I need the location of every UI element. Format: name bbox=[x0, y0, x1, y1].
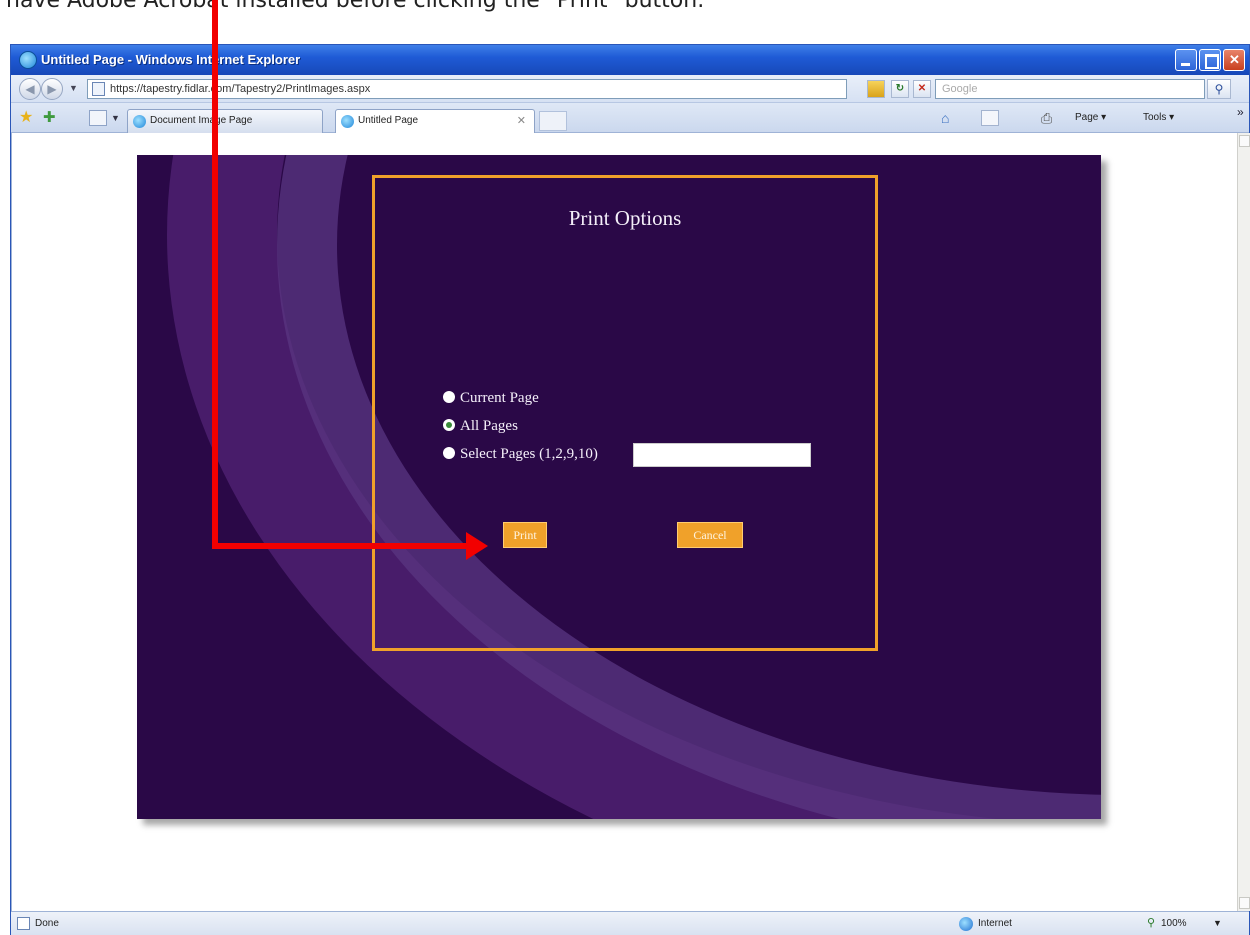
zoom-dropdown[interactable]: ▼ bbox=[1213, 918, 1222, 928]
radio-current-page[interactable] bbox=[443, 391, 455, 403]
new-tab-button[interactable] bbox=[539, 111, 567, 131]
annotation-arrow-head bbox=[466, 532, 488, 560]
tab-close-icon[interactable]: ✕ bbox=[517, 110, 526, 132]
tab-label: Document Image Page bbox=[150, 115, 253, 126]
option-label: All Pages bbox=[460, 418, 518, 434]
page-viewport: Print Options Current Page All Pages Sel… bbox=[11, 133, 1237, 911]
add-favorite-icon[interactable]: ✚ bbox=[43, 109, 61, 127]
minimize-button[interactable] bbox=[1175, 49, 1197, 71]
option-label: Select Pages (1,2,9,10) bbox=[460, 446, 598, 462]
print-options-title: Print Options bbox=[568, 206, 682, 230]
feeds-icon[interactable] bbox=[981, 110, 999, 126]
internet-zone-icon bbox=[959, 917, 973, 931]
option-select-pages[interactable]: Select Pages (1,2,9,10) bbox=[443, 446, 598, 463]
status-bar: Done Internet ⚲ 100% ▼ bbox=[11, 911, 1249, 935]
stop-icon[interactable]: ✕ bbox=[913, 80, 931, 98]
tab-list-dropdown[interactable]: ▼ bbox=[111, 113, 120, 123]
print-button[interactable]: Print bbox=[503, 522, 547, 548]
zone-text: Internet bbox=[978, 918, 1012, 929]
home-icon[interactable]: ⌂ bbox=[941, 110, 959, 126]
status-text: Done bbox=[35, 918, 59, 929]
tab-row: ★ ✚ ▼ Document Image Page Untitled Page … bbox=[11, 103, 1249, 133]
title-bar: Untitled Page - Windows Internet Explore… bbox=[11, 45, 1249, 75]
tab-label: Untitled Page bbox=[358, 115, 419, 126]
close-window-button[interactable] bbox=[1223, 49, 1245, 71]
maximize-button[interactable] bbox=[1199, 49, 1221, 71]
option-all-pages[interactable]: All Pages bbox=[443, 418, 518, 435]
scroll-up-button[interactable] bbox=[1239, 135, 1250, 147]
refresh-icon[interactable]: ↻ bbox=[891, 80, 909, 98]
tab-untitled-page[interactable]: Untitled Page ✕ bbox=[335, 109, 535, 133]
search-input[interactable]: Google bbox=[935, 79, 1205, 99]
address-input[interactable]: https://tapestry.fidlar.com/Tapestry2/Pr… bbox=[87, 79, 847, 99]
option-current-page[interactable]: Current Page bbox=[443, 390, 539, 407]
back-button[interactable]: ◀ bbox=[19, 78, 41, 100]
cancel-button[interactable]: Cancel bbox=[677, 522, 743, 548]
printer-icon[interactable]: ⎙ bbox=[1041, 110, 1059, 126]
address-bar-row: ◀ ▶ ▼ https://tapestry.fidlar.com/Tapest… bbox=[11, 75, 1249, 103]
lock-icon[interactable] bbox=[867, 80, 885, 98]
option-label: Current Page bbox=[460, 390, 539, 406]
tab-ie-icon bbox=[133, 115, 146, 128]
tab-ie-icon bbox=[341, 115, 354, 128]
print-options-dialog: Print Options Current Page All Pages Sel… bbox=[372, 175, 878, 651]
search-icon[interactable]: ⚲ bbox=[1207, 79, 1231, 99]
zoom-icon[interactable]: ⚲ bbox=[1147, 916, 1155, 929]
url-text: https://tapestry.fidlar.com/Tapestry2/Pr… bbox=[110, 83, 371, 95]
page-icon bbox=[92, 82, 105, 96]
favorites-star-icon[interactable]: ★ bbox=[19, 109, 37, 127]
radio-all-pages[interactable] bbox=[443, 419, 455, 431]
annotation-arrow-vertical bbox=[212, 0, 218, 549]
window-title: Untitled Page - Windows Internet Explore… bbox=[41, 52, 301, 67]
scroll-down-button[interactable] bbox=[1239, 897, 1250, 909]
page-status-icon bbox=[17, 917, 30, 930]
recent-pages-dropdown[interactable]: ▼ bbox=[69, 83, 78, 93]
forward-button[interactable]: ▶ bbox=[41, 78, 63, 100]
vertical-scrollbar[interactable] bbox=[1237, 133, 1250, 911]
print-app-panel: Print Options Current Page All Pages Sel… bbox=[137, 155, 1101, 819]
chevron-more-icon[interactable]: » bbox=[1237, 105, 1244, 119]
annotation-arrow-horizontal bbox=[212, 543, 472, 549]
quick-tabs-icon[interactable] bbox=[89, 110, 107, 126]
tab-document-image-page[interactable]: Document Image Page bbox=[127, 109, 323, 133]
zoom-level[interactable]: 100% bbox=[1161, 918, 1187, 929]
instruction-text: have Adobe Acrobat installed before clic… bbox=[6, 0, 705, 13]
page-menu[interactable]: Page ▾ bbox=[1075, 110, 1106, 126]
select-pages-input[interactable] bbox=[633, 443, 811, 467]
radio-select-pages[interactable] bbox=[443, 447, 455, 459]
browser-window: Untitled Page - Windows Internet Explore… bbox=[10, 44, 1250, 935]
tools-menu[interactable]: Tools ▾ bbox=[1143, 110, 1174, 126]
ie-icon bbox=[19, 51, 37, 69]
